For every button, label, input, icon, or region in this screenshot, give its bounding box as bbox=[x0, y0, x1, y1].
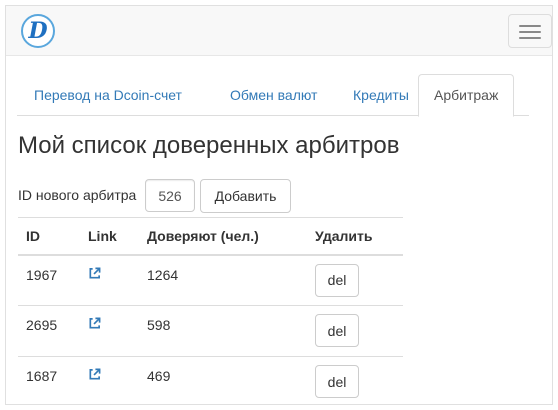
arbiter-id: 1687 bbox=[18, 356, 80, 404]
table-row: 1687 469 del bbox=[18, 356, 403, 404]
arbiters-table: ID Link Доверяют (чел.) Удалить 1967 126… bbox=[18, 217, 403, 404]
external-link-icon[interactable] bbox=[88, 267, 102, 281]
add-arbiter-button[interactable]: Добавить bbox=[200, 179, 291, 213]
external-link-icon[interactable] bbox=[88, 317, 102, 331]
navbar: D bbox=[6, 6, 552, 56]
page-title: Мой список доверенных арбитров bbox=[18, 132, 400, 159]
arbiter-id: 2695 bbox=[18, 305, 80, 357]
table-header-row: ID Link Доверяют (чел.) Удалить bbox=[18, 217, 403, 256]
arbiter-trust-count: 469 bbox=[139, 356, 307, 404]
dcoin-logo[interactable]: D bbox=[21, 14, 55, 48]
column-header-link: Link bbox=[80, 217, 139, 256]
arbiter-id: 1967 bbox=[18, 254, 80, 306]
column-header-id: ID bbox=[18, 217, 80, 256]
delete-arbiter-button[interactable]: del bbox=[315, 365, 359, 398]
hamburger-menu-icon[interactable] bbox=[508, 14, 552, 48]
logo-letter: D bbox=[28, 18, 48, 44]
tab-arbitration[interactable]: Арбитраж bbox=[418, 74, 515, 117]
app-frame: D Перевод на Dcoin-счет Обмен валют Кред… bbox=[5, 5, 553, 405]
column-header-trust: Доверяют (чел.) bbox=[139, 217, 307, 256]
table-row: 2695 598 del bbox=[18, 305, 403, 357]
tab-bar: Перевод на Dcoin-счет Обмен валют Кредит… bbox=[17, 74, 529, 117]
tab-credits[interactable]: Кредиты bbox=[338, 74, 424, 116]
arbiter-trust-count: 1264 bbox=[139, 254, 307, 306]
tab-currency-exchange[interactable]: Обмен валют bbox=[215, 74, 332, 116]
column-header-delete: Удалить bbox=[307, 217, 403, 256]
tab-dcoin-transfer[interactable]: Перевод на Dcoin-счет bbox=[19, 74, 197, 116]
new-arbiter-id-label: ID нового арбитра bbox=[18, 187, 137, 203]
delete-arbiter-button[interactable]: del bbox=[315, 314, 359, 347]
arbiter-trust-count: 598 bbox=[139, 305, 307, 357]
external-link-icon[interactable] bbox=[88, 368, 102, 382]
delete-arbiter-button[interactable]: del bbox=[315, 263, 359, 297]
table-row: 1967 1264 del bbox=[18, 254, 403, 306]
new-arbiter-id-input[interactable] bbox=[145, 179, 195, 212]
